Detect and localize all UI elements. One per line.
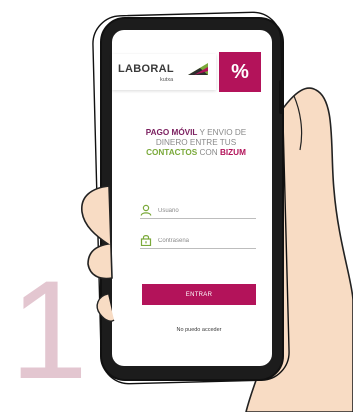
brand-flag-icon <box>188 63 208 75</box>
password-input[interactable] <box>158 235 254 247</box>
phone-screen: LABORAL kutxa % PAGO MÓVIL Y ENVIO DE DI… <box>112 30 272 366</box>
brand-badge: % <box>219 52 261 92</box>
user-icon <box>140 204 152 216</box>
lock-icon <box>140 235 152 246</box>
username-field <box>140 204 256 219</box>
headline-con: CON <box>197 148 220 157</box>
password-field <box>140 234 256 249</box>
brand-name: LABORAL <box>118 63 174 75</box>
enter-button[interactable]: ENTRAR <box>142 284 256 305</box>
headline-contactos: CONTACTOS <box>146 148 198 157</box>
username-input[interactable] <box>158 205 254 217</box>
step-number: 1 <box>10 251 88 408</box>
brand-header: LABORAL kutxa % <box>112 52 272 92</box>
brand-sub: kutxa <box>160 77 174 83</box>
headline-pago: PAGO MÓVIL <box>145 128 198 137</box>
forgot-access-link[interactable]: No puedo acceder <box>142 327 256 333</box>
headline-bizum: BIZUM <box>219 148 246 157</box>
headline: PAGO MÓVIL Y ENVIO DE DINERO ENTRE TUS C… <box>134 128 258 158</box>
brand-logo: LABORAL kutxa <box>112 54 216 90</box>
phone-side-button <box>279 80 284 114</box>
